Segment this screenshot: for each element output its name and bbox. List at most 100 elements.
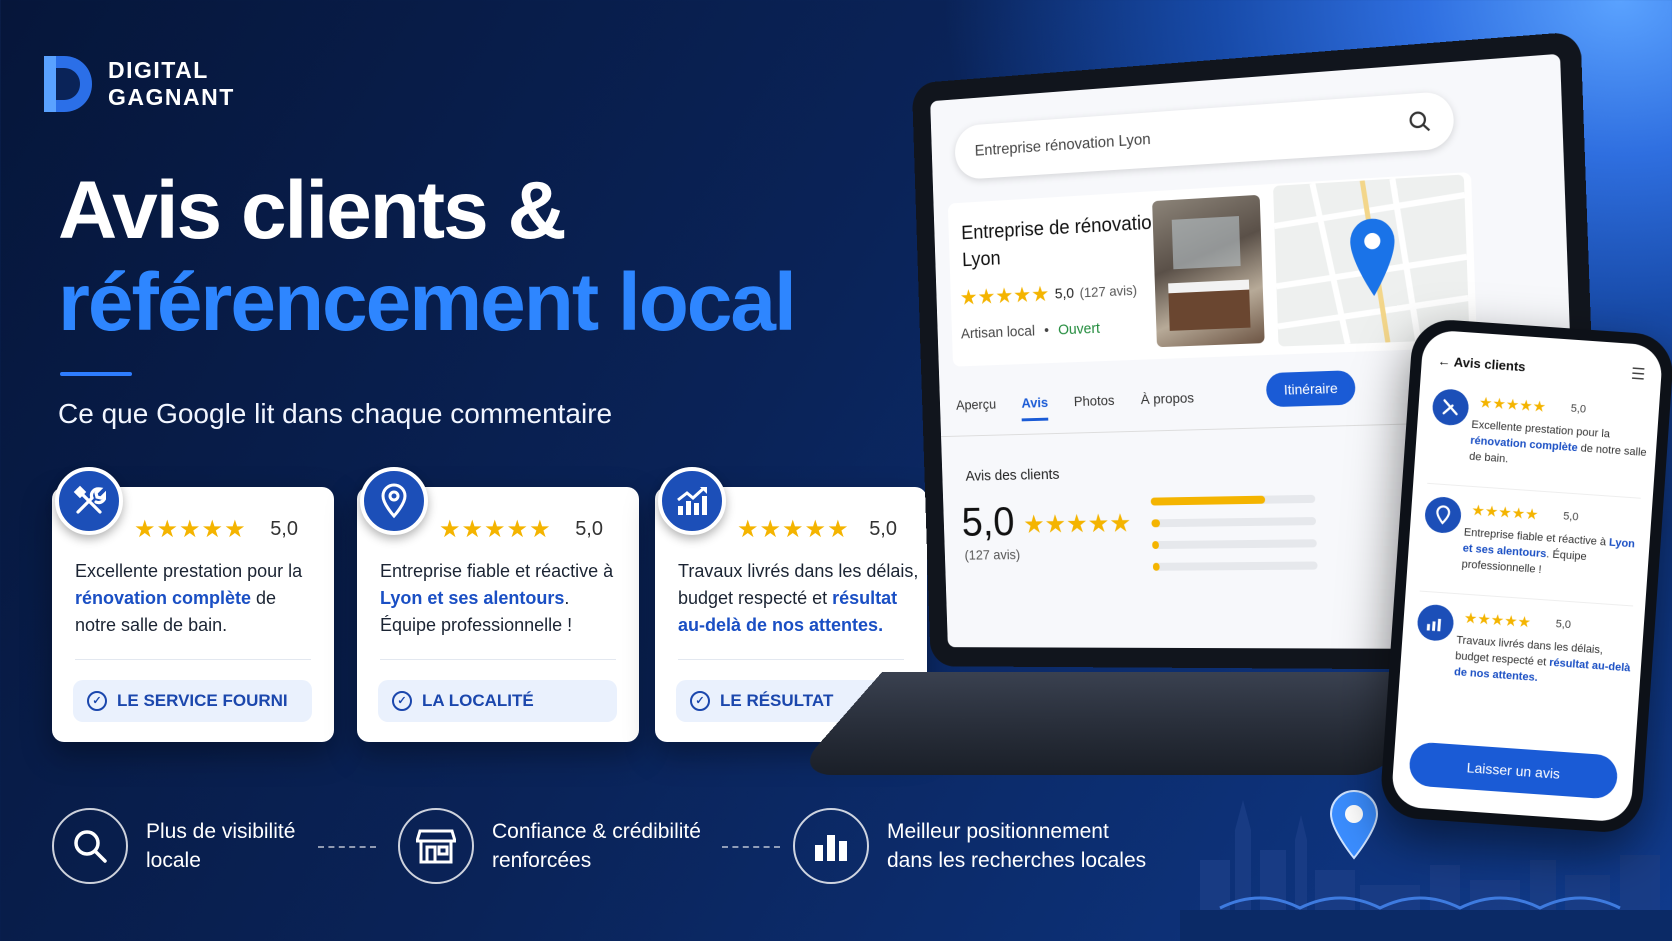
review-text-part: . <box>878 615 884 635</box>
review-text: Travaux livrés dans les délais, budget r… <box>678 558 923 639</box>
benefit-visibility: Plus de visibilité locale <box>52 808 295 884</box>
dashed-separator <box>318 846 376 848</box>
itinerary-button[interactable]: Itinéraire <box>1265 370 1357 408</box>
distribution-fill <box>1152 562 1160 571</box>
dashed-separator <box>722 846 780 848</box>
divider <box>75 659 311 660</box>
title-underline <box>60 372 132 376</box>
tag-label: LA LOCALITÉ <box>422 691 534 710</box>
review-text: Entreprise fiable et réactive à Lyon et … <box>1461 525 1644 585</box>
hero-title-line-1: Avis clients & <box>58 165 567 256</box>
tools-icon <box>55 467 123 535</box>
tools-icon <box>1431 388 1470 427</box>
benefit-line-2: locale <box>146 849 201 872</box>
distribution-row <box>1152 561 1318 571</box>
distribution-row <box>1150 494 1316 506</box>
search-icon[interactable] <box>1408 110 1431 134</box>
benefit-line-2: renforcées <box>492 849 592 872</box>
review-card-location: ★★★★★ 5,0 Entreprise fiable et réactive … <box>357 467 639 742</box>
rating-stars: ★★★★★ <box>439 516 552 543</box>
search-bar[interactable]: Entreprise rénovation Lyon <box>954 90 1455 181</box>
overall-stars: ★★★★★ <box>1022 507 1132 539</box>
bathroom-photo[interactable] <box>1152 194 1265 348</box>
overall-rating: 5,0 <box>960 498 1016 545</box>
phone-review-2: ★★★★★ 5,0 Entreprise fiable et réactive … <box>1419 495 1640 607</box>
brand-logo: DIGITAL GAGNANT <box>44 56 235 112</box>
brand-name: DIGITAL GAGNANT <box>108 57 235 111</box>
divider <box>380 659 616 660</box>
logo-d-icon <box>44 56 92 112</box>
divider <box>678 659 904 660</box>
tab-bar: Aperçu Avis Photos À propos <box>956 390 1195 424</box>
phone-header: ← Avis clients ☰ <box>1437 350 1646 384</box>
rating-score: 5,0 <box>1555 618 1572 632</box>
rating-value: 5,0 <box>1054 284 1075 302</box>
distribution-fill <box>1151 519 1160 528</box>
tag-label: LE RÉSULTAT <box>720 691 834 710</box>
search-icon <box>52 808 128 884</box>
review-count: (127 avis) <box>1079 281 1138 301</box>
business-category: Artisan local <box>960 322 1036 343</box>
bar-chart-icon <box>793 808 869 884</box>
tab-photos[interactable]: Photos <box>1074 392 1115 420</box>
rating-stars: ★★★★★ <box>959 281 1050 310</box>
benefit-line-2: dans les recherches locales <box>887 849 1147 872</box>
rating-stars: ★★★★★ <box>1470 501 1540 524</box>
review-card-service: ★★★★★ 5,0 Excellente prestation pour la … <box>52 467 334 742</box>
phone-screen: ← Avis clients ☰ ★★★★★ 5,0 Excellente pr… <box>1390 329 1664 823</box>
tag-locality: ✓ LA LOCALITÉ <box>378 680 617 722</box>
hero-subtitle: Ce que Google lit dans chaque commentair… <box>58 398 613 429</box>
brand-line-1: DIGITAL <box>108 57 209 83</box>
map-pin-icon <box>1349 217 1397 298</box>
rating-score: 5,0 <box>575 518 603 540</box>
rating-stars: ★★★★★ <box>134 516 247 543</box>
benefit-trust: Confiance & crédibilité renforcées <box>398 808 701 884</box>
location-pin-icon <box>360 467 428 535</box>
menu-icon[interactable]: ☰ <box>1630 364 1646 385</box>
phone-review-3: ★★★★★ 5,0 Travaux livrés dans les délais… <box>1412 603 1632 715</box>
reviews-heading: Avis des clients <box>965 466 1060 485</box>
growth-chart-icon <box>1416 603 1455 642</box>
distribution-fill <box>1150 495 1266 506</box>
benefit-line-1: Confiance & crédibilité <box>492 820 701 843</box>
tab-about[interactable]: À propos <box>1140 390 1194 418</box>
location-pin-icon <box>1423 495 1463 535</box>
tag-label: LE SERVICE FOURNI <box>117 691 288 710</box>
rating-score: 5,0 <box>270 518 298 540</box>
review-text: Excellente prestation pour la rénovation… <box>1469 417 1652 477</box>
benefit-line-1: Plus de visibilité <box>146 820 296 843</box>
rating-score: 5,0 <box>1570 402 1587 416</box>
tag-service: ✓ LE SERVICE FOURNI <box>73 680 312 722</box>
distribution-row <box>1152 539 1317 550</box>
business-name: Entreprise de rénovation Lyon <box>961 209 1164 274</box>
distribution-row <box>1151 517 1317 528</box>
back-header[interactable]: ← Avis clients <box>1437 353 1526 374</box>
review-text-part: . <box>1534 671 1539 684</box>
review-text: Travaux livrés dans les délais, budget r… <box>1454 632 1637 692</box>
laptop-keyboard-base <box>791 671 1407 776</box>
check-circle-icon: ✓ <box>87 691 107 711</box>
brand-line-2: GAGNANT <box>108 84 235 110</box>
benefit-line-1: Meilleur positionnement <box>887 820 1109 843</box>
rating-score: 5,0 <box>1562 510 1579 524</box>
rating-stars: ★★★★★ <box>1463 609 1532 632</box>
open-status: Ouvert <box>1057 320 1101 339</box>
rating-stars: ★★★★★ <box>1478 394 1547 416</box>
leave-review-button[interactable]: Laisser un avis <box>1408 741 1619 800</box>
rating-stars: ★★★★★ <box>737 516 850 543</box>
phone: ← Avis clients ☰ ★★★★★ 5,0 Excellente pr… <box>1378 317 1672 835</box>
back-arrow-icon[interactable]: ← <box>1437 353 1454 369</box>
review-text-part: Entreprise fiable et réactive à <box>380 561 614 581</box>
review-text-part: Excellente prestation pour la <box>75 561 303 581</box>
tab-reviews[interactable]: Avis <box>1021 394 1049 422</box>
phone-review-1: ★★★★★ 5,0 Excellente prestation pour la … <box>1427 388 1648 499</box>
search-query: Entreprise rénovation Lyon <box>974 131 1151 160</box>
rating-distribution <box>1150 494 1319 585</box>
check-circle-icon: ✓ <box>690 691 710 711</box>
check-circle-icon: ✓ <box>392 691 412 711</box>
store-icon <box>398 808 474 884</box>
rating-score: 5,0 <box>869 518 897 540</box>
overall-count: (127 avis) <box>964 546 1021 563</box>
review-highlight: rénovation complète <box>75 588 252 608</box>
tab-overview[interactable]: Aperçu <box>956 396 997 423</box>
